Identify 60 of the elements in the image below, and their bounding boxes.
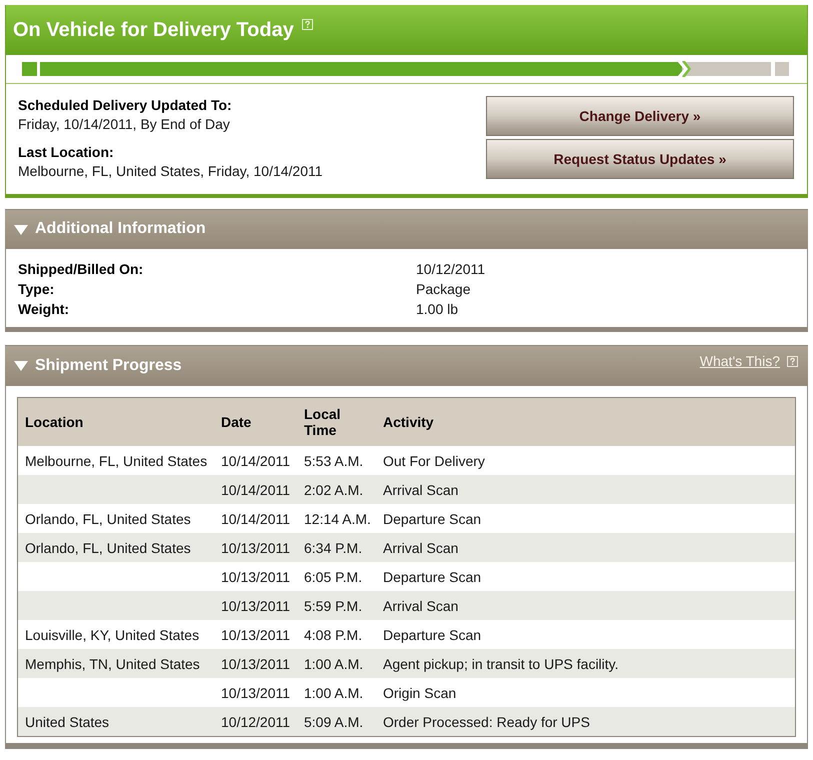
column-header: Local Time [304,406,342,438]
table-cell: 10/13/2011 [221,684,290,700]
table-cell: Arrival Scan [383,540,458,556]
detail-label: Scheduled Delivery Updated To: [18,96,233,115]
table-cell: Arrival Scan [383,482,458,498]
table-cell: Out For Delivery [383,452,485,468]
table-cell: 5:59 P.M. [304,598,362,614]
detail-value: Friday, 10/14/2011, By End of Day [18,115,231,134]
table-cell: Departure Scan [383,510,482,526]
table-cell: 10/13/2011 [221,598,290,614]
info-label: Weight: [18,300,70,319]
table-cell: 10/13/2011 [221,656,290,672]
info-value: Package [416,280,472,299]
info-label: Shipped/Billed On: [18,260,144,279]
table-cell: 10/12/2011 [221,714,290,730]
help-icon[interactable] [302,18,313,30]
section-title: Shipment Progress [35,356,182,376]
table-cell: 1:00 A.M. [304,684,364,700]
table-cell: Melbourne, FL, United States [25,452,208,468]
table-cell: Departure Scan [383,626,482,642]
table-cell: United States [25,714,110,730]
table-cell: Orlando, FL, United States [25,540,191,556]
detail-value: Melbourne, FL, United States, Friday, 10/14/2011 [18,162,323,181]
status-title: On Vehicle for Delivery Today [13,18,294,42]
table-cell: 2:02 A.M. [304,482,364,498]
table-cell: 12:14 A.M. [304,510,371,526]
collapse-triangle-icon[interactable] [14,361,28,371]
double-chevron-icon [676,60,691,78]
table-cell: 5:53 A.M. [304,452,364,468]
table-cell: 10/14/2011 [221,510,290,526]
table-cell: 10/13/2011 [221,568,290,584]
table-cell: 4:08 P.M. [304,626,362,642]
section-title: Additional Information [35,219,206,240]
table-cell: 6:34 P.M. [304,540,362,556]
table-cell: Louisville, KY, United States [25,626,200,642]
table-cell: Order Processed: Ready for UPS [383,714,590,730]
column-header: Location [25,414,84,430]
table-cell: 10/13/2011 [221,540,290,556]
table-cell: 10/14/2011 [221,482,290,498]
table-cell: Orlando, FL, United States [25,510,191,526]
action-button[interactable]: Change Delivery » [486,96,794,136]
detail-label: Last Location: [18,143,115,162]
table-cell: Arrival Scan [383,598,458,614]
table-cell: Origin Scan [383,684,456,700]
info-label: Type: [18,280,56,299]
table-cell: Agent pickup; in transit to UPS facility. [383,656,619,672]
table-cell: 5:09 A.M. [304,714,364,730]
info-value: 1.00 lb [416,300,460,319]
table-cell: 1:00 A.M. [304,656,364,672]
table-cell: 6:05 P.M. [304,568,362,584]
column-header: Date [221,414,252,430]
table-cell: 10/14/2011 [221,452,290,468]
action-button[interactable]: Request Status Updates » [486,139,794,179]
table-cell: Memphis, TN, United States [25,656,200,672]
help-icon[interactable] [787,356,798,366]
table-cell: 10/13/2011 [221,626,290,642]
column-header: Activity [383,414,435,430]
table-cell: Departure Scan [383,568,482,584]
info-value: 10/12/2011 [416,260,486,279]
collapse-triangle-icon[interactable] [14,224,28,234]
